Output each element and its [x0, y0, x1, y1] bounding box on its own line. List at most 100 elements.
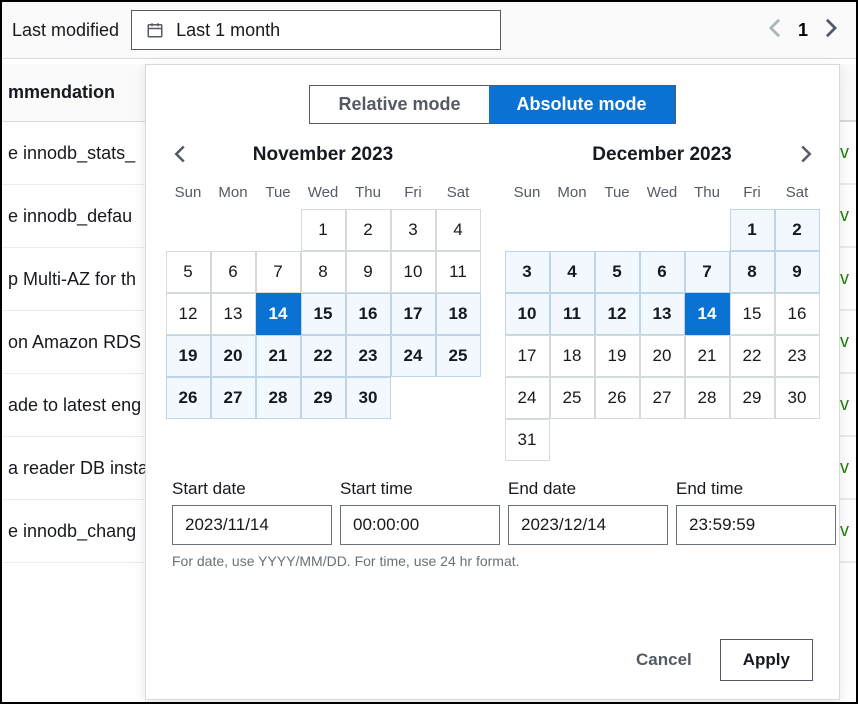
page-number: 1: [798, 20, 808, 41]
calendar-day[interactable]: 7: [256, 251, 301, 293]
calendar-day[interactable]: 15: [301, 293, 346, 335]
calendar-day[interactable]: 5: [595, 251, 640, 293]
calendar-day[interactable]: 20: [211, 335, 256, 377]
weekday-label: Sat: [775, 180, 820, 209]
calendar-day[interactable]: 24: [391, 335, 436, 377]
filter-label: Last modified: [12, 20, 119, 41]
calendar-day[interactable]: 26: [166, 377, 211, 419]
calendar-day[interactable]: 13: [640, 293, 685, 335]
weekday-label: Fri: [730, 180, 775, 209]
calendar-day[interactable]: 17: [505, 335, 550, 377]
start-time-input[interactable]: [340, 505, 500, 545]
calendar-day[interactable]: 11: [436, 251, 481, 293]
calendar-day[interactable]: 10: [505, 293, 550, 335]
calendar-day[interactable]: 30: [346, 377, 391, 419]
end-date-input[interactable]: [508, 505, 668, 545]
calendar-day[interactable]: 20: [640, 335, 685, 377]
start-date-label: Start date: [172, 479, 332, 499]
date-range-dropdown[interactable]: Last 1 month: [131, 10, 501, 50]
filter-header: Last modified Last 1 month 1: [2, 2, 856, 59]
start-date-input[interactable]: [172, 505, 332, 545]
calendar-day[interactable]: 29: [301, 377, 346, 419]
cancel-button[interactable]: Cancel: [628, 640, 700, 680]
absolute-mode-button[interactable]: Absolute mode: [489, 86, 675, 123]
calendar-day[interactable]: 12: [595, 293, 640, 335]
calendar-day[interactable]: 19: [166, 335, 211, 377]
end-date-label: End date: [508, 479, 668, 499]
calendar-day[interactable]: 8: [730, 251, 775, 293]
calendar-day[interactable]: 18: [436, 293, 481, 335]
calendar-day[interactable]: 21: [685, 335, 730, 377]
calendar-day[interactable]: 14: [685, 293, 730, 335]
calendar-day[interactable]: 1: [730, 209, 775, 251]
calendar-day[interactable]: 9: [346, 251, 391, 293]
calendar-day[interactable]: 28: [256, 377, 301, 419]
calendar-day[interactable]: 4: [436, 209, 481, 251]
calendar-prev-button[interactable]: [166, 140, 194, 168]
weekday-label: Thu: [685, 180, 730, 209]
calendar-day[interactable]: 15: [730, 293, 775, 335]
calendar-day[interactable]: 25: [436, 335, 481, 377]
calendar-day[interactable]: 13: [211, 293, 256, 335]
weekday-label: Sat: [436, 180, 481, 209]
calendar-day[interactable]: 12: [166, 293, 211, 335]
calendar-day[interactable]: 23: [775, 335, 820, 377]
calendar-day[interactable]: 28: [685, 377, 730, 419]
weekday-label: Tue: [256, 180, 301, 209]
calendar-day[interactable]: 26: [595, 377, 640, 419]
weekday-label: Mon: [211, 180, 256, 209]
calendar-day[interactable]: 27: [211, 377, 256, 419]
calendar-right-title: December 2023: [592, 144, 731, 166]
weekday-label: Sun: [505, 180, 550, 209]
relative-mode-button[interactable]: Relative mode: [310, 86, 488, 123]
weekday-label: Wed: [301, 180, 346, 209]
calendar-day[interactable]: 14: [256, 293, 301, 335]
calendar-day[interactable]: 30: [775, 377, 820, 419]
calendar-day[interactable]: 25: [550, 377, 595, 419]
calendar-day[interactable]: 11: [550, 293, 595, 335]
weekday-label: Tue: [595, 180, 640, 209]
weekday-label: Mon: [550, 180, 595, 209]
weekday-label: Sun: [166, 180, 211, 209]
calendar-day[interactable]: 18: [550, 335, 595, 377]
calendar-left-title: November 2023: [253, 144, 393, 166]
calendar-day[interactable]: 4: [550, 251, 595, 293]
calendar-day[interactable]: 16: [346, 293, 391, 335]
calendar-day[interactable]: 6: [211, 251, 256, 293]
calendar-day[interactable]: 2: [775, 209, 820, 251]
calendar-day[interactable]: 2: [346, 209, 391, 251]
pager-prev-icon[interactable]: [768, 17, 782, 44]
date-time-inputs: Start date Start time End date End time: [172, 479, 813, 545]
date-range-text: Last 1 month: [176, 20, 280, 41]
mode-toggle: Relative mode Absolute mode: [309, 85, 675, 124]
calendar-day[interactable]: 6: [640, 251, 685, 293]
date-range-popover: Relative mode Absolute mode November 202…: [145, 64, 840, 700]
pager-next-icon[interactable]: [824, 17, 838, 44]
calendar-day[interactable]: 9: [775, 251, 820, 293]
apply-button[interactable]: Apply: [720, 639, 813, 681]
end-time-input[interactable]: [676, 505, 836, 545]
calendar-day[interactable]: 1: [301, 209, 346, 251]
calendar-right: December 2023 SunMonTueWedThuFriSat 1234…: [505, 138, 820, 461]
calendar-day[interactable]: 8: [301, 251, 346, 293]
calendar-day[interactable]: 27: [640, 377, 685, 419]
calendar-day[interactable]: 7: [685, 251, 730, 293]
calendar-day[interactable]: 21: [256, 335, 301, 377]
calendar-day[interactable]: 3: [391, 209, 436, 251]
calendar-day[interactable]: 3: [505, 251, 550, 293]
calendar-left: November 2023 SunMonTueWedThuFriSat 1234…: [166, 138, 481, 461]
calendar-day[interactable]: 16: [775, 293, 820, 335]
calendar-next-button[interactable]: [792, 140, 820, 168]
calendar-day[interactable]: 19: [595, 335, 640, 377]
weekday-label: Wed: [640, 180, 685, 209]
calendar-day[interactable]: 22: [301, 335, 346, 377]
calendar-day[interactable]: 17: [391, 293, 436, 335]
calendar-day[interactable]: 5: [166, 251, 211, 293]
calendar-day[interactable]: 24: [505, 377, 550, 419]
weekday-label: Thu: [346, 180, 391, 209]
calendar-day[interactable]: 22: [730, 335, 775, 377]
calendar-day[interactable]: 31: [505, 419, 550, 461]
calendar-day[interactable]: 10: [391, 251, 436, 293]
calendar-day[interactable]: 23: [346, 335, 391, 377]
calendar-day[interactable]: 29: [730, 377, 775, 419]
